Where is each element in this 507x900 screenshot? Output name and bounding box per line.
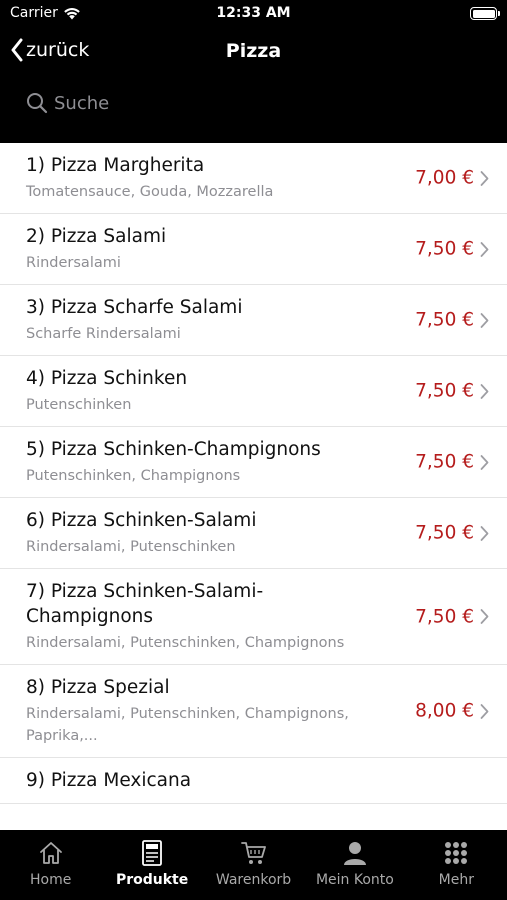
product-row[interactable]: 2) Pizza Salami Rindersalami 7,50 € <box>0 214 507 285</box>
product-price: 7,50 € <box>415 522 474 544</box>
product-price-group: 7,50 € <box>415 606 489 627</box>
search-icon <box>27 93 48 114</box>
product-name: 2) Pizza Salami <box>26 226 167 247</box>
status-bar: Carrier 12:33 AM <box>0 0 507 28</box>
tab-mein-konto[interactable]: Mein Konto <box>304 830 405 900</box>
product-price: 8,00 € <box>415 700 474 722</box>
chevron-right-icon <box>480 609 489 624</box>
product-row[interactable]: 8) Pizza Spezial Rindersalami, Putenschin… <box>0 665 507 758</box>
product-row[interactable]: 7) Pizza Schinken-Salami-Champignons Rind… <box>0 569 507 665</box>
tab-mehr[interactable]: Mehr <box>406 830 507 900</box>
tab-label: Warenkorb <box>215 872 292 888</box>
tab-home[interactable]: Home <box>0 830 101 900</box>
back-button[interactable]: zurück <box>10 38 89 62</box>
chevron-right-icon <box>480 703 489 719</box>
header: Carrier 12:33 AM zurück Pizza <box>0 0 507 143</box>
product-description: Scharfe Rindersalami <box>26 326 181 342</box>
product-price-group: 7,50 € <box>415 452 489 473</box>
person-icon <box>342 839 368 867</box>
chevron-right-icon <box>480 170 489 186</box>
back-label: zurück <box>26 39 90 61</box>
product-price: 7,50 € <box>415 238 474 260</box>
product-price-group: 7,50 € <box>415 310 489 331</box>
product-description: Rindersalami, Putenschinken <box>26 539 236 555</box>
product-description: Putenschinken <box>26 397 132 413</box>
product-name: 9) Pizza Mexicana <box>26 770 192 791</box>
product-price: 7,50 € <box>415 451 474 473</box>
tab-label: Mehr <box>438 872 474 888</box>
battery-icon <box>470 7 500 20</box>
product-row[interactable]: 9) Pizza Mexicana <box>0 758 507 804</box>
chevron-right-icon <box>480 383 489 399</box>
search-input[interactable] <box>54 92 354 114</box>
product-name: 8) Pizza Spezial <box>26 677 170 698</box>
tab-label: Home <box>30 872 72 888</box>
product-description: Tomatensauce, Gouda, Mozzarella <box>26 184 274 200</box>
product-price-group: 7,50 € <box>415 239 489 260</box>
product-price: 7,50 € <box>415 380 474 402</box>
grid-icon <box>443 839 469 867</box>
product-row[interactable]: 3) Pizza Scharfe Salami Scharfe Rindersal… <box>0 285 507 356</box>
tab-label: Produkte <box>115 872 189 888</box>
product-row[interactable]: 6) Pizza Schinken-Salami Rindersalami, Pu… <box>0 498 507 569</box>
product-name: 1) Pizza Margherita <box>26 155 205 176</box>
product-description: Rindersalami <box>26 255 121 271</box>
product-price-group: 7,00 € <box>415 168 489 189</box>
search-bar[interactable] <box>26 86 481 120</box>
product-price: 7,00 € <box>415 167 474 189</box>
chevron-right-icon <box>480 312 489 328</box>
product-price: 7,50 € <box>415 309 474 331</box>
tab-label: Mein Konto <box>315 872 394 888</box>
product-name: 6) Pizza Schinken-Salami <box>26 510 257 531</box>
tab-warenkorb[interactable]: Warenkorb <box>203 830 304 900</box>
product-price-group: 7,50 € <box>415 381 489 402</box>
product-price: 7,50 € <box>415 606 474 627</box>
product-name: 7) Pizza Schinken-Salami-Champignons <box>26 581 264 627</box>
product-price-group: 8,00 € <box>415 701 489 722</box>
product-name: 5) Pizza Schinken-Champignons <box>26 439 321 460</box>
product-description: Rindersalami, Putenschinken, Champignons <box>26 635 345 651</box>
chevron-right-icon <box>480 454 489 470</box>
chevron-right-icon <box>480 525 489 541</box>
cart-icon <box>240 839 268 867</box>
menu-card-icon <box>139 839 165 867</box>
product-description: Putenschinken, Champignons <box>26 468 241 484</box>
tab-bar: Home Produkte Warenkorb Mein Konto Mehr <box>0 830 507 900</box>
product-name: 3) Pizza Scharfe Salami <box>26 297 243 318</box>
chevron-right-icon <box>480 241 489 257</box>
product-row[interactable]: 4) Pizza Schinken Putenschinken 7,50 € <box>0 356 507 427</box>
product-price-group: 7,50 € <box>415 523 489 544</box>
product-name: 4) Pizza Schinken <box>26 368 188 389</box>
product-row[interactable]: 5) Pizza Schinken-Champignons Putenschink… <box>0 427 507 498</box>
clock: 12:33 AM <box>216 5 291 21</box>
tab-produkte[interactable]: Produkte <box>101 830 202 900</box>
product-row[interactable]: 1) Pizza Margherita Tomatensauce, Gouda, … <box>0 143 507 214</box>
product-description: Rindersalami, Putenschinken, Champignons… <box>26 706 349 744</box>
home-icon <box>38 839 64 867</box>
chevron-left-icon <box>11 38 23 62</box>
product-list[interactable]: 1) Pizza Margherita Tomatensauce, Gouda, … <box>0 143 507 830</box>
